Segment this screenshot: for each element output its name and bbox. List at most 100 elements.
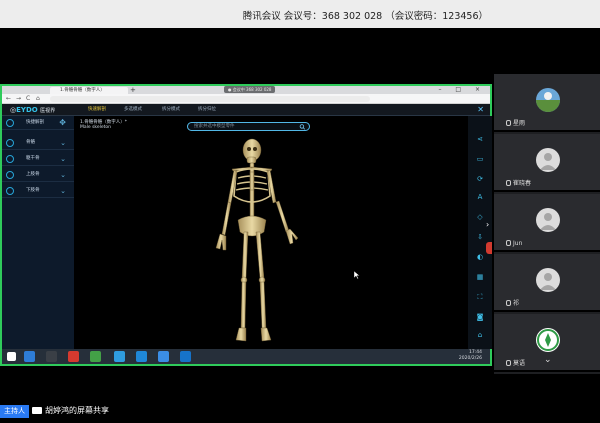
left-header-label: 快捷解剖 bbox=[26, 120, 44, 125]
adjust-icon[interactable]: ◐ bbox=[475, 252, 485, 262]
participant-tile[interactable]: 星雨 bbox=[494, 74, 600, 132]
sidebar-item-label: 下肢骨 bbox=[26, 188, 40, 193]
screen-share-icon bbox=[32, 407, 42, 414]
bone-icon bbox=[6, 187, 14, 195]
sidebar-item-trunk[interactable]: 躯干骨 ⌄ bbox=[2, 152, 74, 166]
tab-split-reset[interactable]: 拆分归位 bbox=[198, 104, 216, 116]
file-explorer-icon[interactable] bbox=[46, 351, 57, 362]
sidebar-item-label: 上肢骨 bbox=[26, 172, 40, 177]
sync-icon[interactable]: ⟳ bbox=[475, 174, 485, 184]
3d-viewport[interactable]: 1.骨骼骨骼（数字人）* Male skeleton 搜索并选中模型零件 bbox=[74, 116, 466, 349]
meeting-share-chip: ● 会议中 368 302 028 bbox=[224, 86, 276, 93]
windows-start-icon[interactable] bbox=[7, 352, 16, 361]
edge-icon[interactable] bbox=[136, 351, 147, 362]
chevron-down-icon[interactable]: ⌄ bbox=[60, 152, 66, 166]
new-tab-button[interactable]: + bbox=[130, 86, 136, 94]
avatar bbox=[536, 208, 560, 232]
participant-tile[interactable]: 崔晓春 bbox=[494, 134, 600, 192]
dissect-icon bbox=[6, 119, 14, 127]
browser-navbar: ← → C ⌂ bbox=[2, 94, 490, 104]
move-icon[interactable]: ✥ bbox=[59, 116, 66, 130]
participant-name: 崔晓春 bbox=[506, 178, 531, 187]
participant-name: Jun bbox=[506, 240, 522, 247]
app-icon-blue[interactable] bbox=[158, 351, 169, 362]
clock-date: 2020/2/26 bbox=[458, 356, 482, 361]
avatar bbox=[536, 88, 560, 112]
app-icon-red[interactable] bbox=[68, 351, 79, 362]
reload-icon[interactable]: C bbox=[26, 94, 30, 104]
sidebar-item-bones[interactable]: 骨骼 ⌄ bbox=[2, 136, 74, 150]
participant-name: 祁 bbox=[506, 298, 519, 307]
participant-tile[interactable]: Jun bbox=[494, 194, 600, 252]
expand-right-icon[interactable]: › bbox=[486, 220, 489, 229]
mic-icon bbox=[506, 360, 511, 366]
chevron-down-icon[interactable]: ⌄ bbox=[60, 184, 66, 198]
participant-tile[interactable]: 祁 bbox=[494, 254, 600, 312]
participant-name: 莫语 bbox=[506, 358, 525, 367]
share-icon[interactable]: ⋖ bbox=[475, 134, 485, 144]
logo-suffix: 医视界 bbox=[40, 108, 56, 114]
sharer-text: 胡婷鸿的屏幕共享 bbox=[45, 406, 109, 415]
grid-icon[interactable]: ▦ bbox=[475, 272, 485, 282]
left-panel-header[interactable]: 快捷解剖 ✥ bbox=[2, 116, 74, 130]
avatar bbox=[536, 268, 560, 292]
skeleton-model[interactable] bbox=[204, 136, 314, 349]
chevron-down-icon[interactable]: ⌄ bbox=[544, 355, 552, 365]
host-badge: 主持人 bbox=[0, 405, 29, 418]
forward-icon[interactable]: → bbox=[16, 94, 21, 104]
participant-name: 星雨 bbox=[506, 118, 525, 127]
download-icon[interactable]: ⇩ bbox=[475, 232, 485, 242]
chevron-down-icon[interactable]: ⌄ bbox=[60, 168, 66, 182]
sidebar-item-upper-limb[interactable]: 上肢骨 ⌄ bbox=[2, 168, 74, 182]
record-indicator bbox=[486, 242, 492, 254]
taskbar-clock[interactable]: 17:44 2020/2/26 bbox=[459, 350, 482, 362]
tab-quick-dissect[interactable]: 快速解剖 bbox=[88, 104, 106, 116]
mic-icon bbox=[506, 120, 511, 126]
bone-icon bbox=[6, 171, 14, 179]
anatomy-app: ◎EYDO 医视界 快速解剖 多选模式 拆分模式 拆分归位 ✕ 快捷解剖 ✥ 骨… bbox=[2, 104, 492, 349]
sidebar-item-lower-limb[interactable]: 下肢骨 ⌄ bbox=[2, 184, 74, 198]
screen-share-label: 胡婷鸿的屏幕共享 bbox=[32, 404, 109, 418]
search-icon[interactable] bbox=[299, 124, 306, 130]
window-controls[interactable]: – □ × bbox=[438, 86, 486, 94]
bone-icon bbox=[6, 155, 14, 163]
avatar bbox=[536, 328, 560, 352]
fullscreen-icon[interactable]: ⛶ bbox=[475, 292, 485, 302]
mic-icon bbox=[506, 300, 511, 306]
tag-icon[interactable]: ◇ bbox=[475, 212, 485, 222]
tab-multi-select[interactable]: 多选模式 bbox=[124, 104, 142, 116]
logo-letters: EYDO bbox=[16, 106, 38, 114]
home-icon[interactable]: ⌂ bbox=[475, 330, 485, 340]
home-icon[interactable]: ⌂ bbox=[36, 94, 40, 104]
meeting-title-bar: 腾讯会议 会议号：368 302 028 （会议密码：123456） bbox=[0, 0, 600, 28]
screen-icon[interactable]: ▭ bbox=[475, 154, 485, 164]
sidebar-item-label: 躯干骨 bbox=[26, 156, 40, 161]
tab-title: 1.骨骼骨骼（数字人） bbox=[60, 88, 105, 93]
app-icon-green[interactable] bbox=[90, 351, 101, 362]
mouse-cursor-icon bbox=[354, 271, 360, 279]
app-logo: ◎EYDO 医视界 bbox=[10, 105, 55, 115]
right-toolbar: ⋖ ▭ ⟳ A ◇ ⇩ ◐ ▦ ⛶ ◙ ⌂ bbox=[468, 116, 492, 349]
ie-icon[interactable] bbox=[24, 351, 35, 362]
search-input[interactable]: 搜索并选中模型零件 bbox=[187, 122, 310, 131]
app-icon-meeting[interactable] bbox=[180, 351, 191, 362]
chevron-down-icon[interactable]: ⌄ bbox=[60, 136, 66, 150]
settings-icon[interactable] bbox=[114, 351, 125, 362]
tab-split-mode[interactable]: 拆分模式 bbox=[162, 104, 180, 116]
mic-icon bbox=[506, 180, 511, 186]
sidebar-item-label: 骨骼 bbox=[26, 140, 35, 145]
bone-icon bbox=[6, 139, 14, 147]
browser-tab-strip: 1.骨骼骨骼（数字人） + ● 会议中 368 302 028 – □ × bbox=[2, 86, 490, 94]
back-icon[interactable]: ← bbox=[6, 94, 11, 104]
shared-screen: 1.骨骼骨骼（数字人） + ● 会议中 368 302 028 – □ × ← … bbox=[0, 84, 492, 366]
close-icon[interactable]: ✕ bbox=[477, 104, 484, 116]
text-size-icon[interactable]: A bbox=[475, 192, 485, 202]
camera-icon[interactable]: ◙ bbox=[475, 312, 485, 322]
windows-taskbar: 17:44 2020/2/26 bbox=[2, 349, 490, 364]
left-panel: 快捷解剖 ✥ 骨骼 ⌄ 躯干骨 ⌄ 上肢骨 ⌄ 下肢骨 ⌄ bbox=[2, 116, 74, 349]
mic-icon bbox=[506, 240, 511, 246]
address-bar[interactable] bbox=[50, 96, 370, 102]
browser-tab[interactable]: 1.骨骼骨骼（数字人） bbox=[50, 87, 128, 94]
model-title-en: Male skeleton bbox=[80, 125, 112, 130]
meeting-info: 腾讯会议 会议号：368 302 028 （会议密码：123456） bbox=[242, 11, 488, 22]
